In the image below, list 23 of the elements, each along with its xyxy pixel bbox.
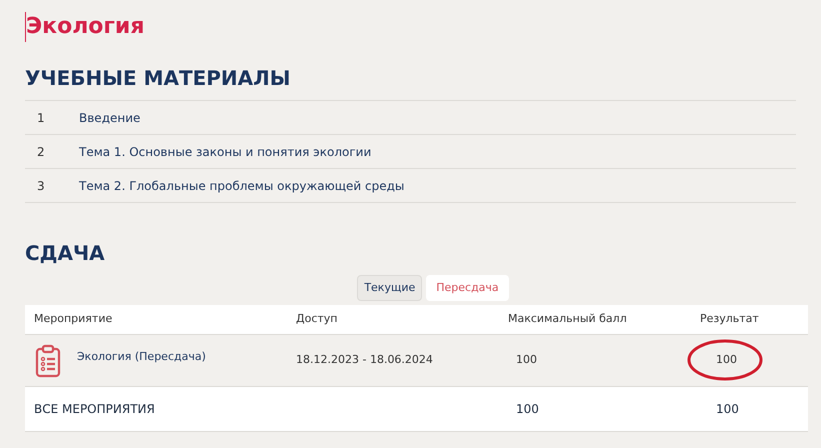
access-dates: 18.12.2023 - 18.06.2024 (296, 352, 433, 368)
item-number: 3 (36, 178, 46, 194)
column-header: Доступ (296, 311, 338, 328)
column-header: Мероприятие (33, 311, 112, 328)
event-link[interactable]: Экология (Пересдача) (77, 349, 206, 366)
section-heading: СДАЧА (25, 240, 106, 267)
material-link[interactable]: Тема 1. Основные законы и понятия экологии (79, 142, 372, 160)
tab[interactable]: Пересдача (426, 275, 509, 301)
section-heading: УЧЕБНЫЕ МАТЕРИАЛЫ (25, 65, 292, 92)
item-number: 2 (36, 144, 46, 160)
course-title: Экология (25, 12, 144, 42)
item-number: 1 (36, 110, 46, 126)
result-score: 100 (716, 353, 737, 366)
column-header: Результат (700, 311, 759, 328)
total-label: ВСЕ МЕРОПРИЯТИЯ (33, 401, 155, 418)
material-link[interactable]: Тема 2. Глобальные проблемы окружающей среды (79, 176, 404, 194)
material-link[interactable]: Введение (79, 108, 140, 126)
clipboard-icon (35, 344, 61, 378)
max-score: 100 (515, 352, 537, 368)
total-result: 100 (715, 401, 739, 418)
tab[interactable]: Текущие (357, 275, 422, 301)
total-max-score: 100 (515, 401, 539, 418)
column-header: Максимальный балл (508, 311, 627, 328)
